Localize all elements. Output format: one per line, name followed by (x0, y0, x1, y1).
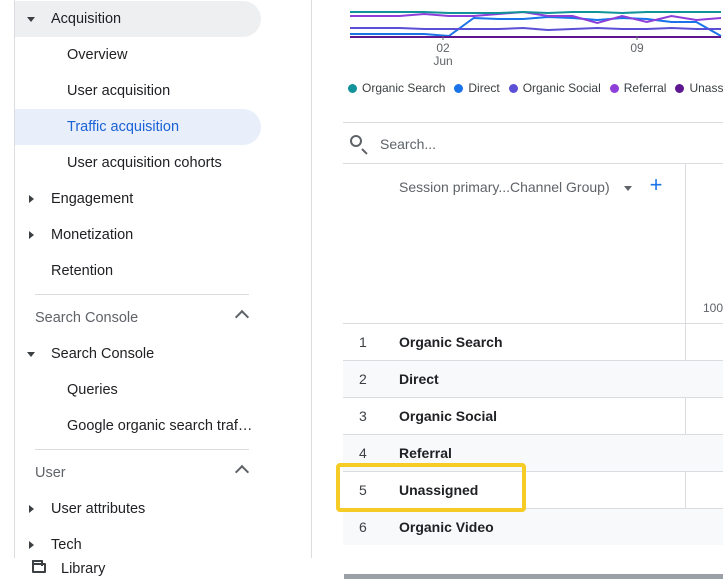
legend-dot-icon (508, 83, 518, 93)
dropdown-caret-icon[interactable] (624, 186, 632, 191)
x-tick-label: 09 (630, 41, 644, 55)
section-search-console-label: Search Console (35, 310, 139, 326)
chart-legend: Organic Search Direct Organic Social Referr… (348, 78, 723, 98)
add-dimension-button[interactable]: + (648, 174, 664, 196)
nav-acquisition-label: Acquisition (51, 11, 122, 27)
nav-search-console-label: Search Console (51, 346, 155, 362)
nav-user-acquisition-label: User acquisition (67, 83, 171, 99)
nav-user-attributes-label: User attributes (51, 501, 146, 517)
row-channel: Referral (399, 445, 452, 461)
folder-icon (32, 560, 46, 573)
legend-label: Organic Search (362, 81, 446, 95)
row-rank: 1 (359, 334, 367, 350)
series-line (350, 10, 721, 15)
table-row[interactable]: 6 Organic Video (343, 508, 723, 545)
nav-retention[interactable]: Retention (15, 253, 261, 289)
caret-right-icon (29, 505, 34, 513)
table-row[interactable]: 2 Direct (343, 360, 723, 397)
line-chart: 02Jun 09 (350, 10, 722, 68)
row-channel: Organic Video (399, 519, 494, 535)
nav-overview[interactable]: Overview (15, 37, 261, 73)
legend-item[interactable]: Direct (454, 81, 500, 95)
section-search-console[interactable]: Search Console (15, 300, 250, 336)
nav-user-acquisition[interactable]: User acquisition (15, 73, 261, 109)
row-channel: Organic Social (399, 408, 498, 424)
nav-engagement[interactable]: Engagement (15, 181, 261, 217)
legend-label: Direct (468, 81, 500, 95)
caret-down-icon (27, 351, 35, 357)
legend-item[interactable]: Referral (609, 81, 667, 95)
table-row[interactable]: 1 Organic Search (343, 323, 723, 360)
nav-acquisition[interactable]: Acquisition (15, 1, 261, 37)
nav-google-organic-search-traffic[interactable]: Google organic search traf… (15, 408, 261, 444)
caret-right-icon (29, 195, 34, 203)
row-rank: 3 (359, 408, 367, 424)
nav-cohorts-label: User acquisition cohorts (67, 155, 222, 171)
nav-overview-label: Overview (67, 47, 128, 63)
legend-dot-icon (454, 83, 464, 93)
legend-label: Referral (623, 81, 667, 95)
legend-dot-icon (609, 83, 619, 93)
nav-monetization-label: Monetization (51, 227, 134, 243)
dimension-header[interactable]: Session primary...Channel Group) (399, 179, 610, 195)
nav-search-console[interactable]: Search Console (15, 336, 261, 372)
section-user-label: User (35, 465, 66, 481)
search-icon[interactable] (350, 135, 362, 147)
row-rank: 4 (359, 445, 367, 461)
x-tick-sublabel: Jun (433, 54, 452, 68)
legend-label: Unass (689, 81, 723, 95)
chevron-up-icon (234, 464, 250, 480)
x-tick-label: 02 (436, 41, 450, 55)
legend-item[interactable]: Organic Social (508, 81, 601, 95)
nav-monetization[interactable]: Monetization (15, 217, 261, 253)
nav-library[interactable]: Library (0, 558, 312, 580)
legend-item[interactable]: Organic Search (348, 81, 445, 95)
sidebar-divider (35, 449, 249, 450)
nav-user-attributes[interactable]: User attributes (15, 491, 261, 527)
series-line (350, 15, 722, 38)
row-rank: 2 (359, 371, 367, 387)
nav-traffic-acquisition-label: Traffic acquisition (67, 119, 180, 135)
nav-library-label: Library (61, 561, 106, 577)
row-channel: Direct (399, 371, 439, 387)
caret-right-icon (29, 231, 34, 239)
table-search-input[interactable] (378, 132, 682, 156)
horizontal-scrollbar[interactable] (344, 574, 723, 579)
nav-user-acquisition-cohorts[interactable]: User acquisition cohorts (15, 145, 261, 181)
highlight-box (336, 463, 526, 512)
caret-right-icon (29, 541, 34, 549)
nav-engagement-label: Engagement (51, 191, 134, 207)
nav-retention-label: Retention (51, 263, 114, 279)
caret-down-icon (27, 16, 35, 22)
nav-tech-label: Tech (51, 537, 82, 553)
section-user[interactable]: User (15, 455, 250, 491)
nav-queries-label: Queries (67, 382, 118, 398)
nav-traffic-acquisition[interactable]: Traffic acquisition (15, 109, 261, 145)
legend-item[interactable]: Unass (675, 81, 723, 95)
nav-google-organic-label: Google organic search traf… (67, 418, 253, 434)
legend-label: Organic Social (522, 81, 601, 95)
sidebar-nav: Acquisition Overview User acquisition Tr… (0, 0, 312, 580)
series-line (350, 26, 721, 32)
table-search-bar (343, 123, 723, 164)
table-row[interactable]: 3 Organic Social (343, 397, 723, 434)
nav-queries[interactable]: Queries (15, 372, 261, 408)
legend-dot-icon (675, 83, 685, 93)
metric-axis-tick: 100 (703, 301, 723, 315)
sidebar-divider (35, 294, 249, 295)
legend-dot-icon (348, 83, 357, 93)
row-rank: 6 (359, 519, 367, 535)
chevron-up-icon (234, 309, 250, 325)
row-channel: Organic Search (399, 334, 503, 350)
